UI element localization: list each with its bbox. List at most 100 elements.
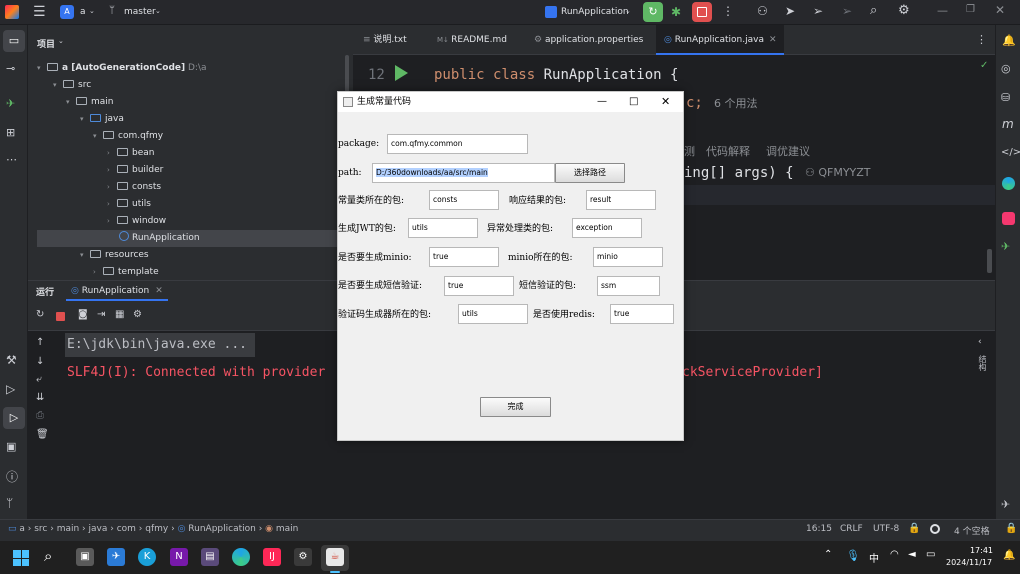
structure-icon[interactable]: ⊞: [6, 126, 15, 139]
file-encoding[interactable]: UTF-8: [873, 524, 899, 534]
disabled-action-icon[interactable]: ➢: [842, 4, 852, 18]
hamburger-menu-icon[interactable]: ☰: [33, 4, 46, 20]
package-input[interactable]: com.qfmy.common: [387, 134, 528, 154]
indent-setting[interactable]: 4 个空格: [954, 524, 990, 537]
tree-row[interactable]: ▾ src: [53, 77, 91, 94]
close-window-icon[interactable]: ✕: [995, 3, 1005, 17]
ai-hint[interactable]: 测: [684, 143, 695, 159]
ai-hint[interactable]: 调优建议: [766, 143, 810, 159]
minimize-icon[interactable]: —: [937, 4, 948, 17]
maximize-icon[interactable]: □: [629, 92, 638, 112]
microphone-icon[interactable]: 🎙: [846, 549, 860, 562]
redis-input[interactable]: true: [610, 304, 674, 324]
minio-pkg-input[interactable]: minio: [593, 247, 663, 267]
ai-assistant-icon[interactable]: ◎: [1001, 62, 1011, 75]
volume-icon[interactable]: ◄: [908, 549, 916, 560]
project-name[interactable]: a: [80, 7, 86, 17]
plugin-icon[interactable]: ➤: [785, 4, 795, 18]
exit-icon[interactable]: ⇥: [97, 309, 105, 320]
run-config-name[interactable]: RunApplication: [561, 7, 629, 17]
tree-row[interactable]: ▾ java: [80, 111, 124, 128]
chevron-down-icon[interactable]: ⌄: [58, 37, 64, 45]
project-badge[interactable]: A: [60, 5, 74, 19]
camera-icon[interactable]: ◙: [78, 309, 88, 320]
tab-readme-txt[interactable]: ≡ 说明.txt: [363, 25, 407, 55]
captcha-input[interactable]: utils: [458, 304, 528, 324]
tree-row[interactable]: › utils: [107, 196, 151, 213]
tree-row[interactable]: › builder: [107, 162, 163, 179]
cursor-position[interactable]: 16:15: [806, 524, 832, 534]
battery-icon[interactable]: ▭: [926, 549, 935, 560]
breadcrumb[interactable]: ▭ a › src › main › java › com › qfmy › ◎…: [8, 524, 298, 534]
done-button[interactable]: 完成: [480, 397, 551, 417]
app-icon[interactable]: ▤: [201, 548, 219, 566]
app-icon[interactable]: ✈: [107, 548, 125, 566]
edge-icon[interactable]: [232, 548, 250, 566]
status-circle-icon[interactable]: [930, 524, 940, 534]
commit-icon[interactable]: ⊸: [6, 62, 15, 75]
more-tabs-icon[interactable]: ⋮: [976, 33, 987, 46]
bird-icon[interactable]: ✈: [1001, 240, 1010, 253]
chevron-down-icon[interactable]: ⌄: [155, 7, 161, 15]
plugin-bird-icon[interactable]: ✈: [6, 97, 15, 110]
lock-icon[interactable]: 🔒: [908, 523, 920, 534]
run-gutter-icon[interactable]: [395, 65, 408, 81]
close-icon[interactable]: ✕: [661, 92, 670, 112]
soft-wrap-icon[interactable]: ⤶: [36, 374, 42, 385]
rerun-icon[interactable]: ↻: [36, 309, 44, 320]
ai-hint[interactable]: 代码解释: [706, 143, 750, 159]
project-panel-title[interactable]: 项目: [37, 37, 55, 50]
more-actions-icon[interactable]: ⋮: [722, 4, 734, 18]
tab-run-application[interactable]: ◎ RunApplication.java ✕: [656, 25, 784, 55]
path-input[interactable]: D:/360downloads/aa/src/main: [372, 163, 555, 183]
scroll-end-icon[interactable]: ⇊: [36, 392, 44, 403]
search-icon[interactable]: ⌕: [870, 3, 877, 18]
minimize-icon[interactable]: —: [597, 92, 607, 112]
tab-readme-md[interactable]: M↓ README.md: [437, 25, 507, 55]
usages-hint[interactable]: 6 个用法: [714, 95, 758, 111]
notification-bell-icon[interactable]: 🔔: [1003, 550, 1015, 561]
more-tools-icon[interactable]: ⋯: [6, 153, 17, 166]
app-k-icon[interactable]: K: [138, 548, 156, 566]
code-icon[interactable]: </>: [1001, 147, 1020, 158]
structure-side-label[interactable]: 结构: [977, 355, 988, 371]
sms-gen-input[interactable]: true: [444, 276, 514, 296]
database-icon[interactable]: ⛁: [1001, 91, 1010, 104]
tree-row[interactable]: › template: [93, 264, 159, 278]
gear-icon[interactable]: ⚙: [898, 3, 910, 18]
onenote-icon[interactable]: N: [170, 548, 188, 566]
stop-icon[interactable]: [56, 312, 65, 321]
clock-date[interactable]: 2024/11/17: [946, 558, 992, 567]
tree-row[interactable]: ▾ main: [66, 94, 114, 111]
clock-time[interactable]: 17:41: [965, 546, 993, 555]
java-app-icon[interactable]: ☕: [326, 548, 344, 566]
add-user-icon[interactable]: ⚇: [757, 4, 768, 18]
tree-row[interactable]: ▾ resources: [80, 247, 149, 264]
intellij-icon[interactable]: IJ: [263, 548, 281, 566]
arrow-up-icon[interactable]: ↑: [36, 337, 44, 348]
tree-row[interactable]: › bean: [107, 145, 154, 162]
plugin-icon[interactable]: [1002, 212, 1015, 225]
problems-icon[interactable]: ⓘ: [6, 468, 18, 485]
tree-row[interactable]: › window: [107, 213, 166, 230]
send-icon[interactable]: ➢: [813, 4, 823, 18]
rerun-button[interactable]: ↻: [643, 2, 663, 22]
settings-icon[interactable]: ⚙: [133, 309, 142, 320]
search-icon[interactable]: ⌕: [44, 547, 52, 565]
build-hammer-icon[interactable]: ⚒: [6, 353, 17, 367]
maven-icon[interactable]: m: [1002, 117, 1014, 131]
tree-row[interactable]: RunApplication: [119, 230, 200, 247]
minio-gen-input[interactable]: true: [429, 247, 499, 267]
result-input[interactable]: result: [586, 190, 656, 210]
terminal-icon[interactable]: ▣: [6, 440, 16, 453]
project-tool-folder-icon[interactable]: ▭: [3, 30, 25, 52]
layout-icon[interactable]: ▦: [115, 309, 124, 320]
ime-indicator[interactable]: 中: [869, 550, 879, 565]
consts-input[interactable]: consts: [429, 190, 499, 210]
lock-icon[interactable]: 🔒: [1005, 523, 1017, 534]
chevron-left-icon[interactable]: ‹: [978, 337, 982, 347]
trash-icon[interactable]: 🗑: [36, 429, 49, 440]
stop-button[interactable]: [692, 2, 712, 22]
bird-icon[interactable]: ✈: [1001, 498, 1010, 511]
print-icon[interactable]: ⎙: [36, 410, 44, 421]
